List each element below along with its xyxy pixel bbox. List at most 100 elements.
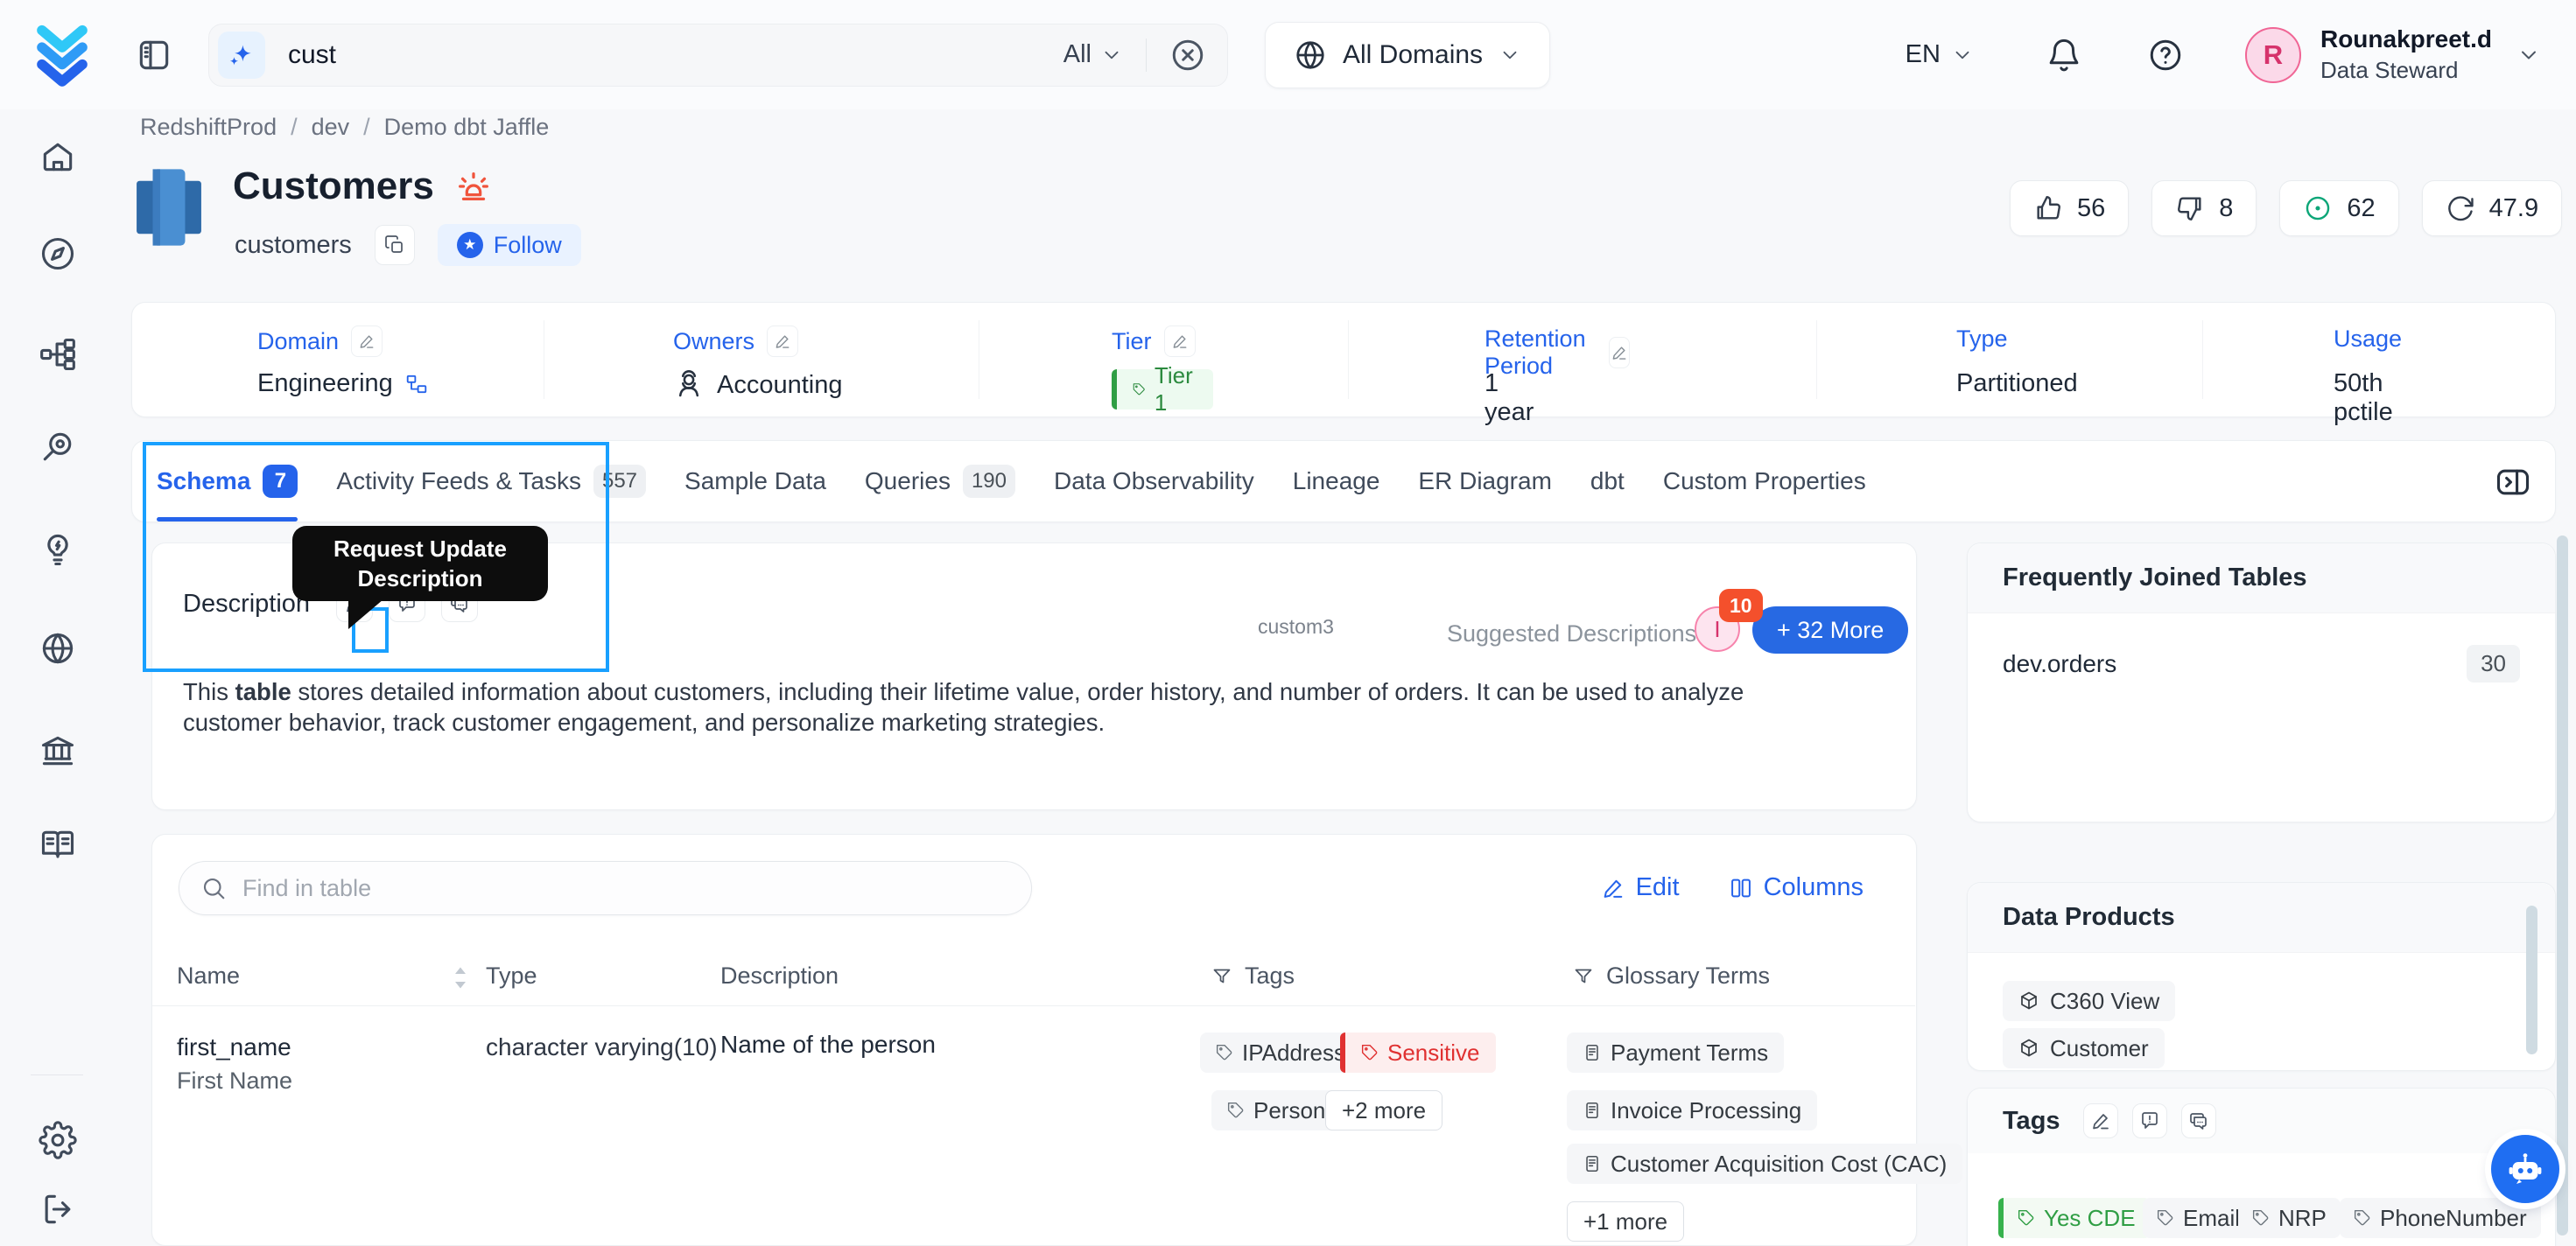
glossary-doc-icon — [1583, 1101, 1602, 1120]
filter-funnel-icon[interactable] — [1573, 966, 1594, 987]
find-in-table[interactable] — [179, 861, 1032, 915]
tab-activity-feeds[interactable]: Activity Feeds & Tasks 557 — [336, 441, 647, 522]
tab-data-observability[interactable]: Data Observability — [1054, 441, 1254, 522]
more-suggestions-label: + 32 More — [1777, 616, 1885, 643]
breadcrumb-database[interactable]: Demo dbt Jaffle — [384, 114, 550, 141]
find-in-table-input[interactable] — [242, 874, 1010, 902]
meta-domain-label: Domain — [257, 327, 340, 354]
dislikes-count: 8 — [2219, 193, 2234, 222]
panel-scrollbar[interactable] — [2526, 906, 2537, 1054]
tag-pill-sensitive[interactable]: Sensitive — [1340, 1032, 1496, 1073]
tab-er-diagram[interactable]: ER Diagram — [1418, 441, 1551, 522]
edit-owners-button[interactable] — [767, 326, 799, 357]
user-menu-chevron-icon[interactable] — [2516, 43, 2541, 67]
user-avatar[interactable]: R — [2244, 26, 2301, 83]
more-glossary-pill[interactable]: +1 more — [1567, 1201, 1685, 1242]
explore-compass-icon[interactable] — [39, 234, 77, 273]
page-scrollbar[interactable] — [2557, 536, 2568, 1236]
dislikes-button[interactable]: 8 — [2151, 180, 2257, 236]
copy-name-button[interactable] — [374, 225, 415, 265]
filter-funnel-icon[interactable] — [1211, 966, 1232, 987]
meta-usage-value: 50th pctile — [2334, 369, 2393, 426]
left-nav-rail — [0, 109, 115, 1246]
likes-button[interactable]: 56 — [2010, 180, 2130, 236]
settings-gear-icon[interactable] — [39, 1121, 77, 1159]
glossary-term-pill[interactable]: Invoice Processing — [1567, 1090, 1818, 1130]
tag-pill-phonenumber[interactable]: PhoneNumber — [2340, 1198, 2541, 1238]
data-product-pill[interactable]: C360 View — [2003, 981, 2176, 1021]
edit-retention-button[interactable] — [1608, 337, 1630, 368]
tag-pill-yes-cde[interactable]: Yes CDE — [1998, 1198, 2150, 1238]
edit-tier-button[interactable] — [1163, 326, 1196, 357]
chatbot-button[interactable] — [2491, 1135, 2559, 1203]
sidebar-toggle-icon[interactable] — [135, 36, 173, 74]
request-tags-button[interactable] — [2131, 1103, 2167, 1138]
column-name[interactable]: first_name — [177, 1033, 291, 1061]
clear-search-icon[interactable] — [1169, 37, 1206, 74]
asset-subtitle-row: customers ★ Follow — [235, 224, 581, 266]
tab-schema[interactable]: Schema 7 — [157, 441, 298, 522]
app-window: All All Domains EN R Rounakpr — [0, 0, 2576, 1246]
meta-owners-value[interactable]: Accounting — [717, 371, 843, 400]
language-dropdown[interactable]: EN — [1906, 40, 1974, 69]
tab-dbt[interactable]: dbt — [1590, 441, 1625, 522]
tooltip-line2: Description — [357, 565, 483, 592]
tag-pill-nrp[interactable]: NRP — [2238, 1198, 2341, 1238]
collapse-panel-icon[interactable] — [2494, 463, 2532, 501]
alert-siren-icon[interactable] — [453, 166, 494, 206]
data-product-pill[interactable]: Customer — [2003, 1028, 2165, 1068]
column-header-glossary[interactable]: Glossary Terms — [1573, 962, 1770, 990]
glossary-term-pill[interactable]: Payment Terms — [1567, 1032, 1785, 1073]
joined-table-item[interactable]: dev.orders — [2003, 650, 2116, 678]
edit-tags-button[interactable] — [2082, 1103, 2118, 1138]
search-input[interactable] — [288, 39, 1063, 70]
tab-lineage[interactable]: Lineage — [1293, 441, 1380, 522]
tab-schema-label: Schema — [157, 467, 251, 494]
home-icon[interactable] — [39, 137, 77, 176]
search-scope-dropdown[interactable]: All — [1063, 40, 1123, 69]
more-tags-pill[interactable]: +2 more — [1325, 1090, 1443, 1130]
glossary-term-pill[interactable]: Customer Acquisition Cost (CAC) — [1567, 1144, 1963, 1184]
breadcrumb-schema[interactable]: dev — [312, 114, 350, 141]
freshness-button[interactable]: 47.9 — [2421, 180, 2563, 236]
column-header-description[interactable]: Description — [720, 962, 839, 990]
tag-icon — [2018, 1209, 2035, 1227]
columns-button[interactable]: Columns — [1729, 873, 1864, 902]
follow-button[interactable]: ★ Follow — [437, 224, 581, 266]
tag-pill-email[interactable]: Email — [2143, 1198, 2255, 1238]
column-header-name[interactable]: Name — [177, 962, 240, 990]
help-icon[interactable] — [2147, 37, 2184, 74]
follow-label: Follow — [493, 231, 562, 258]
tier-badge[interactable]: Tier 1 — [1112, 362, 1213, 416]
atlan-logo-icon[interactable] — [28, 21, 96, 89]
score-button[interactable]: 62 — [2279, 180, 2399, 236]
breadcrumb-connection[interactable]: RedshiftProd — [140, 114, 277, 141]
meta-domain-value[interactable]: Engineering — [257, 369, 393, 398]
logout-icon[interactable] — [39, 1190, 77, 1228]
data-products-header: Data Products — [1968, 883, 2555, 953]
tab-sample-data[interactable]: Sample Data — [684, 441, 826, 522]
column-header-type[interactable]: Type — [486, 962, 537, 990]
more-suggestions-button[interactable]: + 32 More — [1752, 606, 1909, 654]
discover-search-icon[interactable] — [39, 428, 77, 466]
web-globe-icon[interactable] — [39, 629, 77, 668]
sort-icon[interactable] — [453, 966, 468, 989]
all-domains-dropdown[interactable]: All Domains — [1265, 21, 1551, 88]
column-header-tags[interactable]: Tags — [1211, 962, 1295, 990]
glossary-book-icon[interactable] — [39, 826, 77, 864]
hierarchy-link-icon — [405, 373, 428, 396]
cube-icon — [2018, 1038, 2039, 1059]
global-search[interactable]: All — [208, 23, 1228, 87]
insights-bulb-icon[interactable] — [39, 530, 77, 569]
tags-comments-button[interactable] — [2180, 1103, 2216, 1138]
avatar-initial: R — [2263, 38, 2284, 70]
tab-queries[interactable]: Queries 190 — [865, 441, 1015, 522]
tab-custom-properties[interactable]: Custom Properties — [1663, 441, 1866, 522]
lineage-network-icon[interactable] — [39, 335, 77, 374]
edit-domain-button[interactable] — [351, 326, 383, 357]
edit-table-button[interactable]: Edit — [1601, 873, 1680, 902]
thumbs-up-icon — [2033, 193, 2063, 223]
governance-bank-icon[interactable] — [39, 732, 77, 770]
notifications-bell-icon[interactable] — [2046, 37, 2082, 74]
tag-pill[interactable]: IPAddress — [1200, 1032, 1362, 1073]
